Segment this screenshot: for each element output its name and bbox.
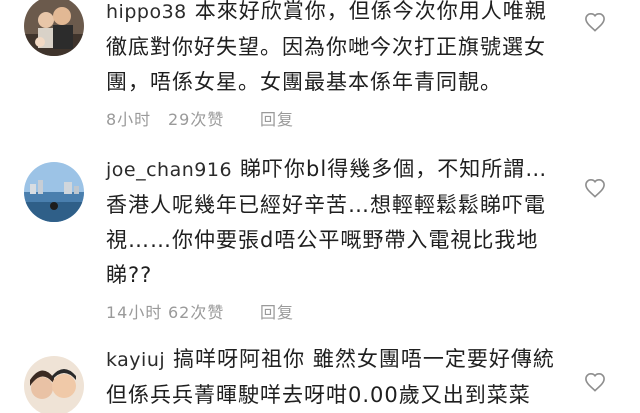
avatar[interactable] [24,0,84,56]
comment-text-block: joe_chan916 睇吓你bl得幾多個，不知所謂…香港人呢幾年已經好辛苦…想輕… [106,152,568,293]
reply-button[interactable]: 回复 [260,106,294,130]
heart-outline-icon[interactable] [584,178,606,198]
comment-body: hippo38 本來好欣賞你，但係今次你用人唯親徹底對你好失望。因為你哋今次打正旗… [106,0,568,130]
comment-likes[interactable]: 29次赞 [168,106,260,130]
avatar[interactable] [24,162,84,222]
comment-text: 搞咩呀阿祖你 雖然女團唔一定要好傳統 但係兵兵菁暉駛咩去呀咁0.00歲又出到菜菜 [106,347,555,407]
comment-time: 14小时 [106,303,163,322]
heart-outline-icon[interactable] [584,372,606,392]
comment-meta: 8小时 29次赞 回复 [106,106,568,130]
comment-meta: 14小时 62次赞 回复 [106,299,568,323]
reply-button[interactable]: 回复 [260,299,294,323]
comment-likes[interactable]: 62次赞 [168,299,260,323]
comment-username[interactable]: hippo38 [106,1,187,23]
heart-outline-icon[interactable] [584,12,606,32]
comment-username[interactable]: joe_chan916 [106,159,232,181]
comment-body: kayiuj 搞咩呀阿祖你 雖然女團唔一定要好傳統 但係兵兵菁暉駛咩去呀咁0.00… [106,342,568,413]
comment-username[interactable]: kayiuj [106,349,165,371]
avatar[interactable] [24,356,84,413]
comment-feed: hippo38 本來好欣賞你，但係今次你用人唯親徹底對你好失望。因為你哋今次打正旗… [0,0,640,413]
comment-time: 8小时 [106,110,152,129]
comment-body: joe_chan916 睇吓你bl得幾多個，不知所謂…香港人呢幾年已經好辛苦…想輕… [106,152,568,323]
comment-text-block: hippo38 本來好欣賞你，但係今次你用人唯親徹底對你好失望。因為你哋今次打正旗… [106,0,568,100]
comment-text-block: kayiuj 搞咩呀阿祖你 雖然女團唔一定要好傳統 但係兵兵菁暉駛咩去呀咁0.00… [106,342,568,413]
